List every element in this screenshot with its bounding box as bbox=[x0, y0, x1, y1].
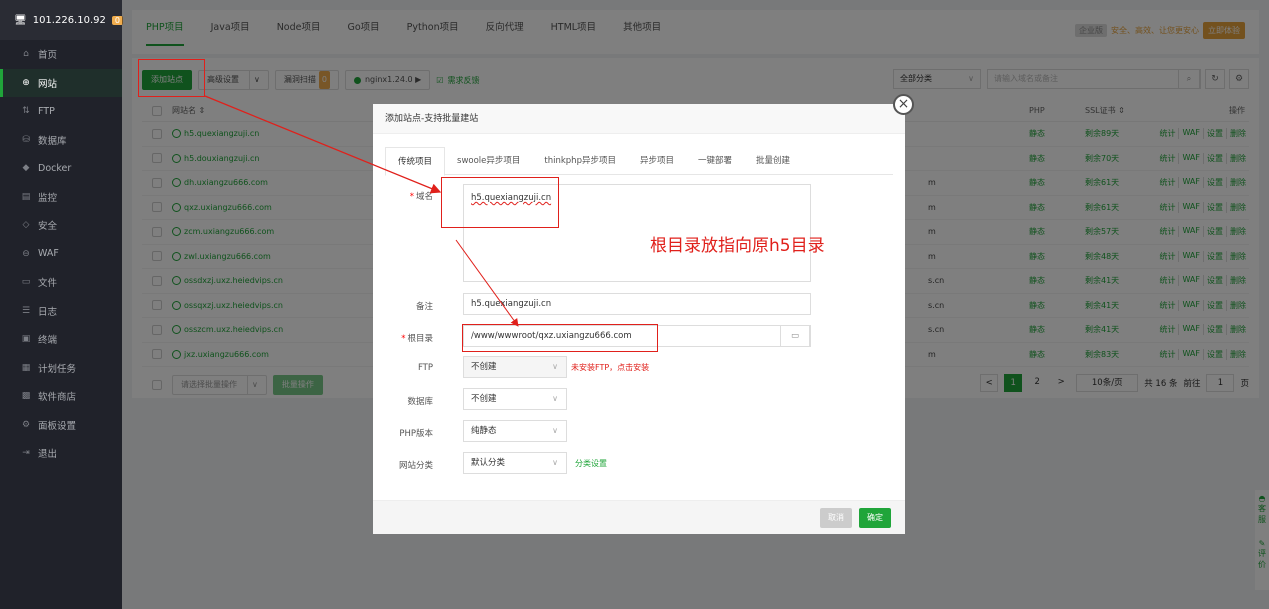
dialog-tab-4[interactable]: 一键部署 bbox=[686, 147, 744, 174]
server-header: 🖥 101.226.10.92 0 bbox=[0, 0, 123, 40]
sidebar-item-label: 首页 bbox=[38, 50, 58, 62]
sidebar-item-label: 文件 bbox=[38, 278, 58, 290]
ftp-icon: ⇅ bbox=[22, 106, 30, 117]
sidebar-item-9[interactable]: ☰ 日志 bbox=[0, 297, 122, 326]
sidebar: 🖥 101.226.10.92 0 ⌂ 首页 ⊕ 网站 ⇅ FTP ⛁ 数据库 ◆ Docker ▤… bbox=[0, 0, 123, 609]
folder-icon: ▭ bbox=[21, 277, 31, 288]
sidebar-item-label: 终端 bbox=[38, 335, 58, 347]
sidebar-item-7[interactable]: ⊖ WAF bbox=[0, 240, 122, 269]
sidebar-item-8[interactable]: ▭ 文件 bbox=[0, 268, 122, 297]
server-icon: 🖥 bbox=[14, 14, 27, 26]
sidebar-item-11[interactable]: ▦ 计划任务 bbox=[0, 354, 122, 383]
dialog-tab-1[interactable]: swoole异步项目 bbox=[445, 147, 532, 174]
dialog-tab-0[interactable]: 传统项目 bbox=[385, 147, 446, 176]
annotation-box-domain bbox=[441, 177, 559, 228]
annotation-box-root bbox=[462, 324, 658, 352]
db-select[interactable]: 不创建 bbox=[463, 388, 567, 410]
sidebar-item-label: FTP bbox=[38, 105, 55, 117]
gear-icon: ⚙ bbox=[21, 419, 31, 430]
sidebar-item-0[interactable]: ⌂ 首页 bbox=[0, 40, 122, 69]
shield-icon: ◇ bbox=[22, 220, 30, 231]
logout-icon: ⇥ bbox=[22, 448, 30, 459]
remark-input[interactable]: h5.quexiangzuji.cn bbox=[463, 293, 811, 315]
php-label: PHP版本 bbox=[399, 429, 433, 439]
sidebar-item-label: 监控 bbox=[38, 192, 58, 204]
sidebar-item-10[interactable]: ▣ 终端 bbox=[0, 325, 122, 354]
cancel-button[interactable]: 取消 bbox=[820, 508, 852, 528]
annotation-box-add-site bbox=[138, 59, 205, 97]
log-icon: ☰ bbox=[21, 305, 31, 316]
sidebar-item-label: 软件商店 bbox=[38, 392, 77, 404]
close-icon[interactable]: × bbox=[893, 94, 914, 115]
monitor-icon: ▤ bbox=[21, 191, 31, 202]
folder-icon[interactable]: ▭ bbox=[780, 325, 810, 347]
sidebar-item-3[interactable]: ⛁ 数据库 bbox=[0, 126, 122, 155]
sidebar-item-2[interactable]: ⇅ FTP bbox=[0, 97, 122, 126]
confirm-button[interactable]: 确定 bbox=[859, 508, 891, 528]
annotation-text: 根目录放指向原h5目录 bbox=[650, 236, 825, 256]
dialog-title: 添加站点-支持批量建站 bbox=[373, 104, 905, 134]
sidebar-item-14[interactable]: ⇥ 退出 bbox=[0, 439, 122, 468]
dialog-tab-3[interactable]: 异步项目 bbox=[628, 147, 686, 174]
dialog-tab-2[interactable]: thinkphp异步项目 bbox=[532, 147, 628, 174]
sidebar-item-13[interactable]: ⚙ 面板设置 bbox=[0, 411, 122, 440]
sidebar-item-label: Docker bbox=[38, 162, 72, 174]
waf-icon: ⊖ bbox=[22, 248, 30, 259]
category-select-modal[interactable]: 默认分类 bbox=[463, 452, 567, 474]
home-icon: ⌂ bbox=[23, 49, 29, 60]
terminal-icon: ▣ bbox=[21, 334, 31, 345]
docker-icon: ◆ bbox=[22, 163, 30, 174]
db-label: 数据库 bbox=[407, 397, 433, 407]
dialog-footer: 取消 确定 bbox=[373, 500, 905, 534]
sidebar-item-label: WAF bbox=[38, 248, 59, 260]
ftp-label: FTP bbox=[417, 363, 433, 373]
add-site-dialog: 添加站点-支持批量建站 传统项目 swoole异步项目 thinkphp异步项目 异步… bbox=[373, 104, 905, 534]
sidebar-item-1[interactable]: ⊕ 网站 bbox=[0, 68, 122, 97]
sidebar-item-4[interactable]: ◆ Docker bbox=[0, 154, 122, 183]
dialog-tab-5[interactable]: 批量创建 bbox=[744, 147, 802, 174]
globe-icon: ⊕ bbox=[22, 77, 30, 88]
sidebar-item-label: 数据库 bbox=[38, 135, 67, 147]
remark-label: 备注 bbox=[415, 302, 433, 312]
category-settings-link[interactable]: 分类设置 bbox=[575, 458, 607, 469]
php-select[interactable]: 纯静态 bbox=[463, 420, 567, 442]
domain-label: * 域名 bbox=[409, 192, 433, 202]
root-label: * 根目录 bbox=[401, 334, 433, 344]
server-ip: 101.226.10.92 bbox=[32, 14, 106, 26]
calendar-icon: ▦ bbox=[21, 362, 31, 373]
sidebar-item-label: 计划任务 bbox=[38, 363, 77, 375]
ftp-select[interactable]: 不创建 bbox=[463, 356, 567, 378]
sidebar-item-label: 退出 bbox=[38, 449, 58, 461]
sidebar-item-6[interactable]: ◇ 安全 bbox=[0, 211, 122, 240]
sidebar-item-label: 安全 bbox=[38, 221, 58, 233]
ftp-install-hint[interactable]: 未安装FTP，点击安装 bbox=[571, 362, 649, 373]
sidebar-item-label: 日志 bbox=[38, 306, 58, 318]
dialog-tabs: 传统项目 swoole异步项目 thinkphp异步项目 异步项目 一键部署 批量创建 bbox=[385, 147, 893, 176]
database-icon: ⛁ bbox=[22, 134, 30, 145]
store-icon: ▩ bbox=[21, 391, 31, 402]
category-label: 网站分类 bbox=[398, 461, 433, 471]
sidebar-item-5[interactable]: ▤ 监控 bbox=[0, 183, 122, 212]
sidebar-item-12[interactable]: ▩ 软件商店 bbox=[0, 382, 122, 411]
sidebar-item-label: 面板设置 bbox=[38, 420, 77, 432]
sidebar-item-label: 网站 bbox=[38, 78, 58, 90]
